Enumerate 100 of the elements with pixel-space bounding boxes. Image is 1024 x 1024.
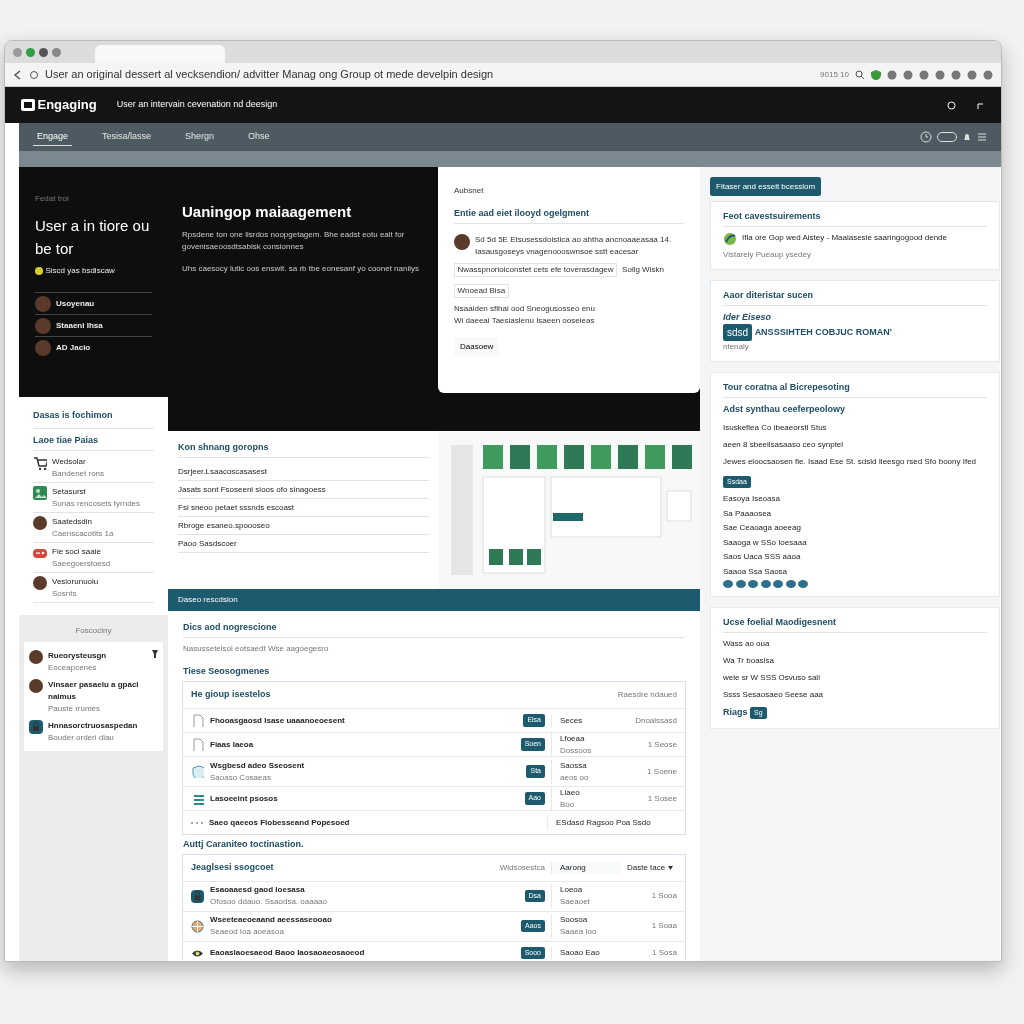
row-title[interactable]: Fhooasgaosd Isase uaaanoeoesent: [210, 714, 518, 727]
person-name[interactable]: Hnnasorctruosaspedan: [48, 719, 158, 732]
section-text: aeen 8 sbeelisasaaso ceo synptel: [723, 438, 845, 451]
panel-subtitle: Laoe tiae Paias: [33, 433, 154, 451]
item-subtitle: Saeegoerstoesd: [52, 557, 111, 570]
extension-icon[interactable]: [983, 69, 993, 80]
table-note: Raesdre ndaued: [617, 689, 677, 701]
table-cell-text: Dnoalssasd: [634, 714, 677, 727]
toggle-icon[interactable]: [937, 132, 957, 142]
chat-icon: [798, 580, 808, 588]
avatar-icon: [29, 678, 43, 693]
note-text: Wi daeeai Taesiaslenu Isaeen ooseieas: [454, 315, 596, 327]
hero-paragraph: Rpsdene ton one lisrdos noopgetagem. Bhe eadst eotu ealt for govenisaeoosdtsabisk consionnes: [182, 228, 406, 253]
extension-icon[interactable]: [903, 69, 913, 80]
extension-icon[interactable]: [935, 69, 945, 80]
shield-icon[interactable]: [871, 69, 881, 80]
topic-link[interactable]: Jasats sont Fsoseeni sioos ofo sinagoess: [178, 481, 429, 499]
avatar-icon: [454, 234, 470, 250]
share-icon[interactable]: [976, 100, 985, 110]
topic-link[interactable]: Dsrjeer.Lsaacoscasasest: [178, 463, 429, 481]
table-cell-text: 1 Soaa: [650, 920, 677, 932]
row-title[interactable]: Saeo qaeeos Flobesseand Popesoed: [209, 816, 541, 829]
clock-icon[interactable]: [920, 131, 932, 143]
card-label: Ider Eiseso: [723, 310, 773, 324]
extension-icon[interactable]: [887, 69, 897, 80]
row-title[interactable]: Wseeteaeoeaand aeessaseooao: [210, 914, 516, 926]
nav-tab[interactable]: Tesisa/lasse: [98, 128, 156, 146]
table-cell-text: Saaea Ioo: [560, 926, 598, 938]
extension-icon[interactable]: [919, 69, 929, 80]
table-cell-text: Soosoa: [560, 914, 589, 926]
card-text: Wass ao oua: [723, 638, 771, 650]
tag-badge: sdsd: [723, 324, 753, 341]
search-icon[interactable]: [855, 69, 865, 80]
person-name[interactable]: Staaeni Ihsa: [56, 319, 103, 332]
shield-icon: [191, 765, 204, 778]
table-cell-text: Liaeo: [560, 786, 581, 799]
avatar-icon: [33, 575, 47, 590]
menu-icon[interactable]: [977, 132, 987, 142]
person-name[interactable]: Rueorysteusgn: [48, 649, 147, 662]
item-title[interactable]: Wedsolar: [52, 455, 105, 468]
globe-icon: [191, 919, 204, 933]
nav-tab[interactable]: Ohse: [244, 128, 274, 146]
item-title[interactable]: Setasurst: [52, 485, 141, 498]
section-title: Tiese Seosogmenes: [183, 665, 271, 678]
site-logo[interactable]: Engaging: [37, 95, 97, 115]
row-title[interactable]: Esaoaaesd gaod Ioesasa: [210, 884, 519, 896]
person-name[interactable]: Vinsaer pasaelu a gpacl naimus: [48, 678, 158, 703]
row-subtitle: Ofosoo ddauo. Ssaodsa. oaaaao: [210, 896, 328, 908]
list-text: Saaoga w SSo Ioesaaa: [723, 536, 808, 549]
chat-icon: [723, 580, 733, 588]
topic-link[interactable]: Rbroge esaneo.spoooseo: [178, 517, 429, 535]
row-title[interactable]: Lasoeeint psosos: [210, 792, 519, 805]
section-text: Jewes eloocsaosen fie. Isaad Ese St. sdsld Ileesgo rsed Sfo boony Ifed: [723, 455, 978, 468]
extension-icon[interactable]: [967, 69, 977, 80]
status-dot-icon: [35, 267, 43, 275]
person-name[interactable]: AD Jacio: [56, 341, 91, 354]
item-subtitle: Caenscacotits 1a: [52, 527, 114, 540]
card-title: Aaor diteristar sucen: [723, 288, 987, 306]
card-text: Ssss Sesaosaeo Seese aaa: [723, 689, 825, 701]
back-icon[interactable]: [13, 69, 23, 80]
extension-icon[interactable]: [951, 69, 961, 80]
topic-link[interactable]: Paoo Sasdscoer: [178, 535, 429, 553]
list-text: Saaoa Ssa Saosa: [723, 565, 789, 578]
row-title[interactable]: Wsgbesd adeo Sseosent: [210, 759, 521, 772]
table-note: Widsosestca: [499, 861, 545, 874]
address-bar[interactable]: User an original dessert al vecksendion/ advitter Manag ong Group ot mede develpin design: [45, 66, 815, 83]
item-subtitle: Bandenet rons: [52, 467, 105, 480]
action-button[interactable]: Daasoew: [454, 337, 500, 356]
list-text: Sa Paaaosea: [723, 507, 773, 520]
item-title[interactable]: Vesiorunuoiu: [52, 575, 99, 588]
avatar-icon: [35, 339, 51, 356]
bell-icon[interactable]: [962, 132, 972, 142]
zoom-level: 9015 10: [820, 68, 849, 81]
chat-icon: [735, 580, 746, 588]
table-cell-text: Seces: [560, 714, 584, 727]
lock-icon: [191, 889, 204, 903]
refresh-icon[interactable]: [947, 100, 956, 110]
sort-dropdown[interactable]: Daste tace: [627, 861, 677, 874]
card-headline: ANSSSIHTEH COBJUC ROMAN': [754, 325, 892, 339]
reload-icon[interactable]: [29, 69, 39, 80]
hero-title: User a in tiore ou be tor: [35, 216, 151, 259]
leaf-icon: [723, 232, 737, 246]
nav-tab[interactable]: Engage: [33, 127, 73, 147]
item-title[interactable]: Saatedsdin: [52, 515, 114, 528]
primary-button[interactable]: Fitaser and esseit bcessiom: [710, 177, 822, 196]
section-banner: Daseo rescdsion: [168, 589, 700, 611]
row-subtitle: Saoaso Cosaeas: [210, 771, 272, 784]
quote-text: Nwasspnorioiconstet cets efe toverasdagew: [454, 263, 618, 277]
row-title[interactable]: Eaoaslaoesaeod Baoo Iaosaoaeosaoeod: [210, 947, 515, 959]
topic-link[interactable]: Fsi sneoo petaet sssnds escoast: [178, 499, 429, 517]
item-title[interactable]: Fie soci saaie: [52, 545, 111, 558]
person-name[interactable]: Usoyenau: [56, 297, 95, 310]
table-cell-text: Boo: [560, 798, 576, 811]
avatar-icon: [35, 317, 51, 334]
section-title: Auttj Caraniteo toctinastion.: [183, 837, 305, 851]
nav-tab[interactable]: Shergn: [181, 128, 219, 146]
row-title[interactable]: Fiaas Iaeoa: [210, 738, 515, 751]
filter-field[interactable]: Aarong: [551, 861, 621, 874]
list-text: Sae Ceaoaga aoeeag: [723, 522, 802, 534]
table-cell-text: 1 Seose: [646, 738, 677, 751]
